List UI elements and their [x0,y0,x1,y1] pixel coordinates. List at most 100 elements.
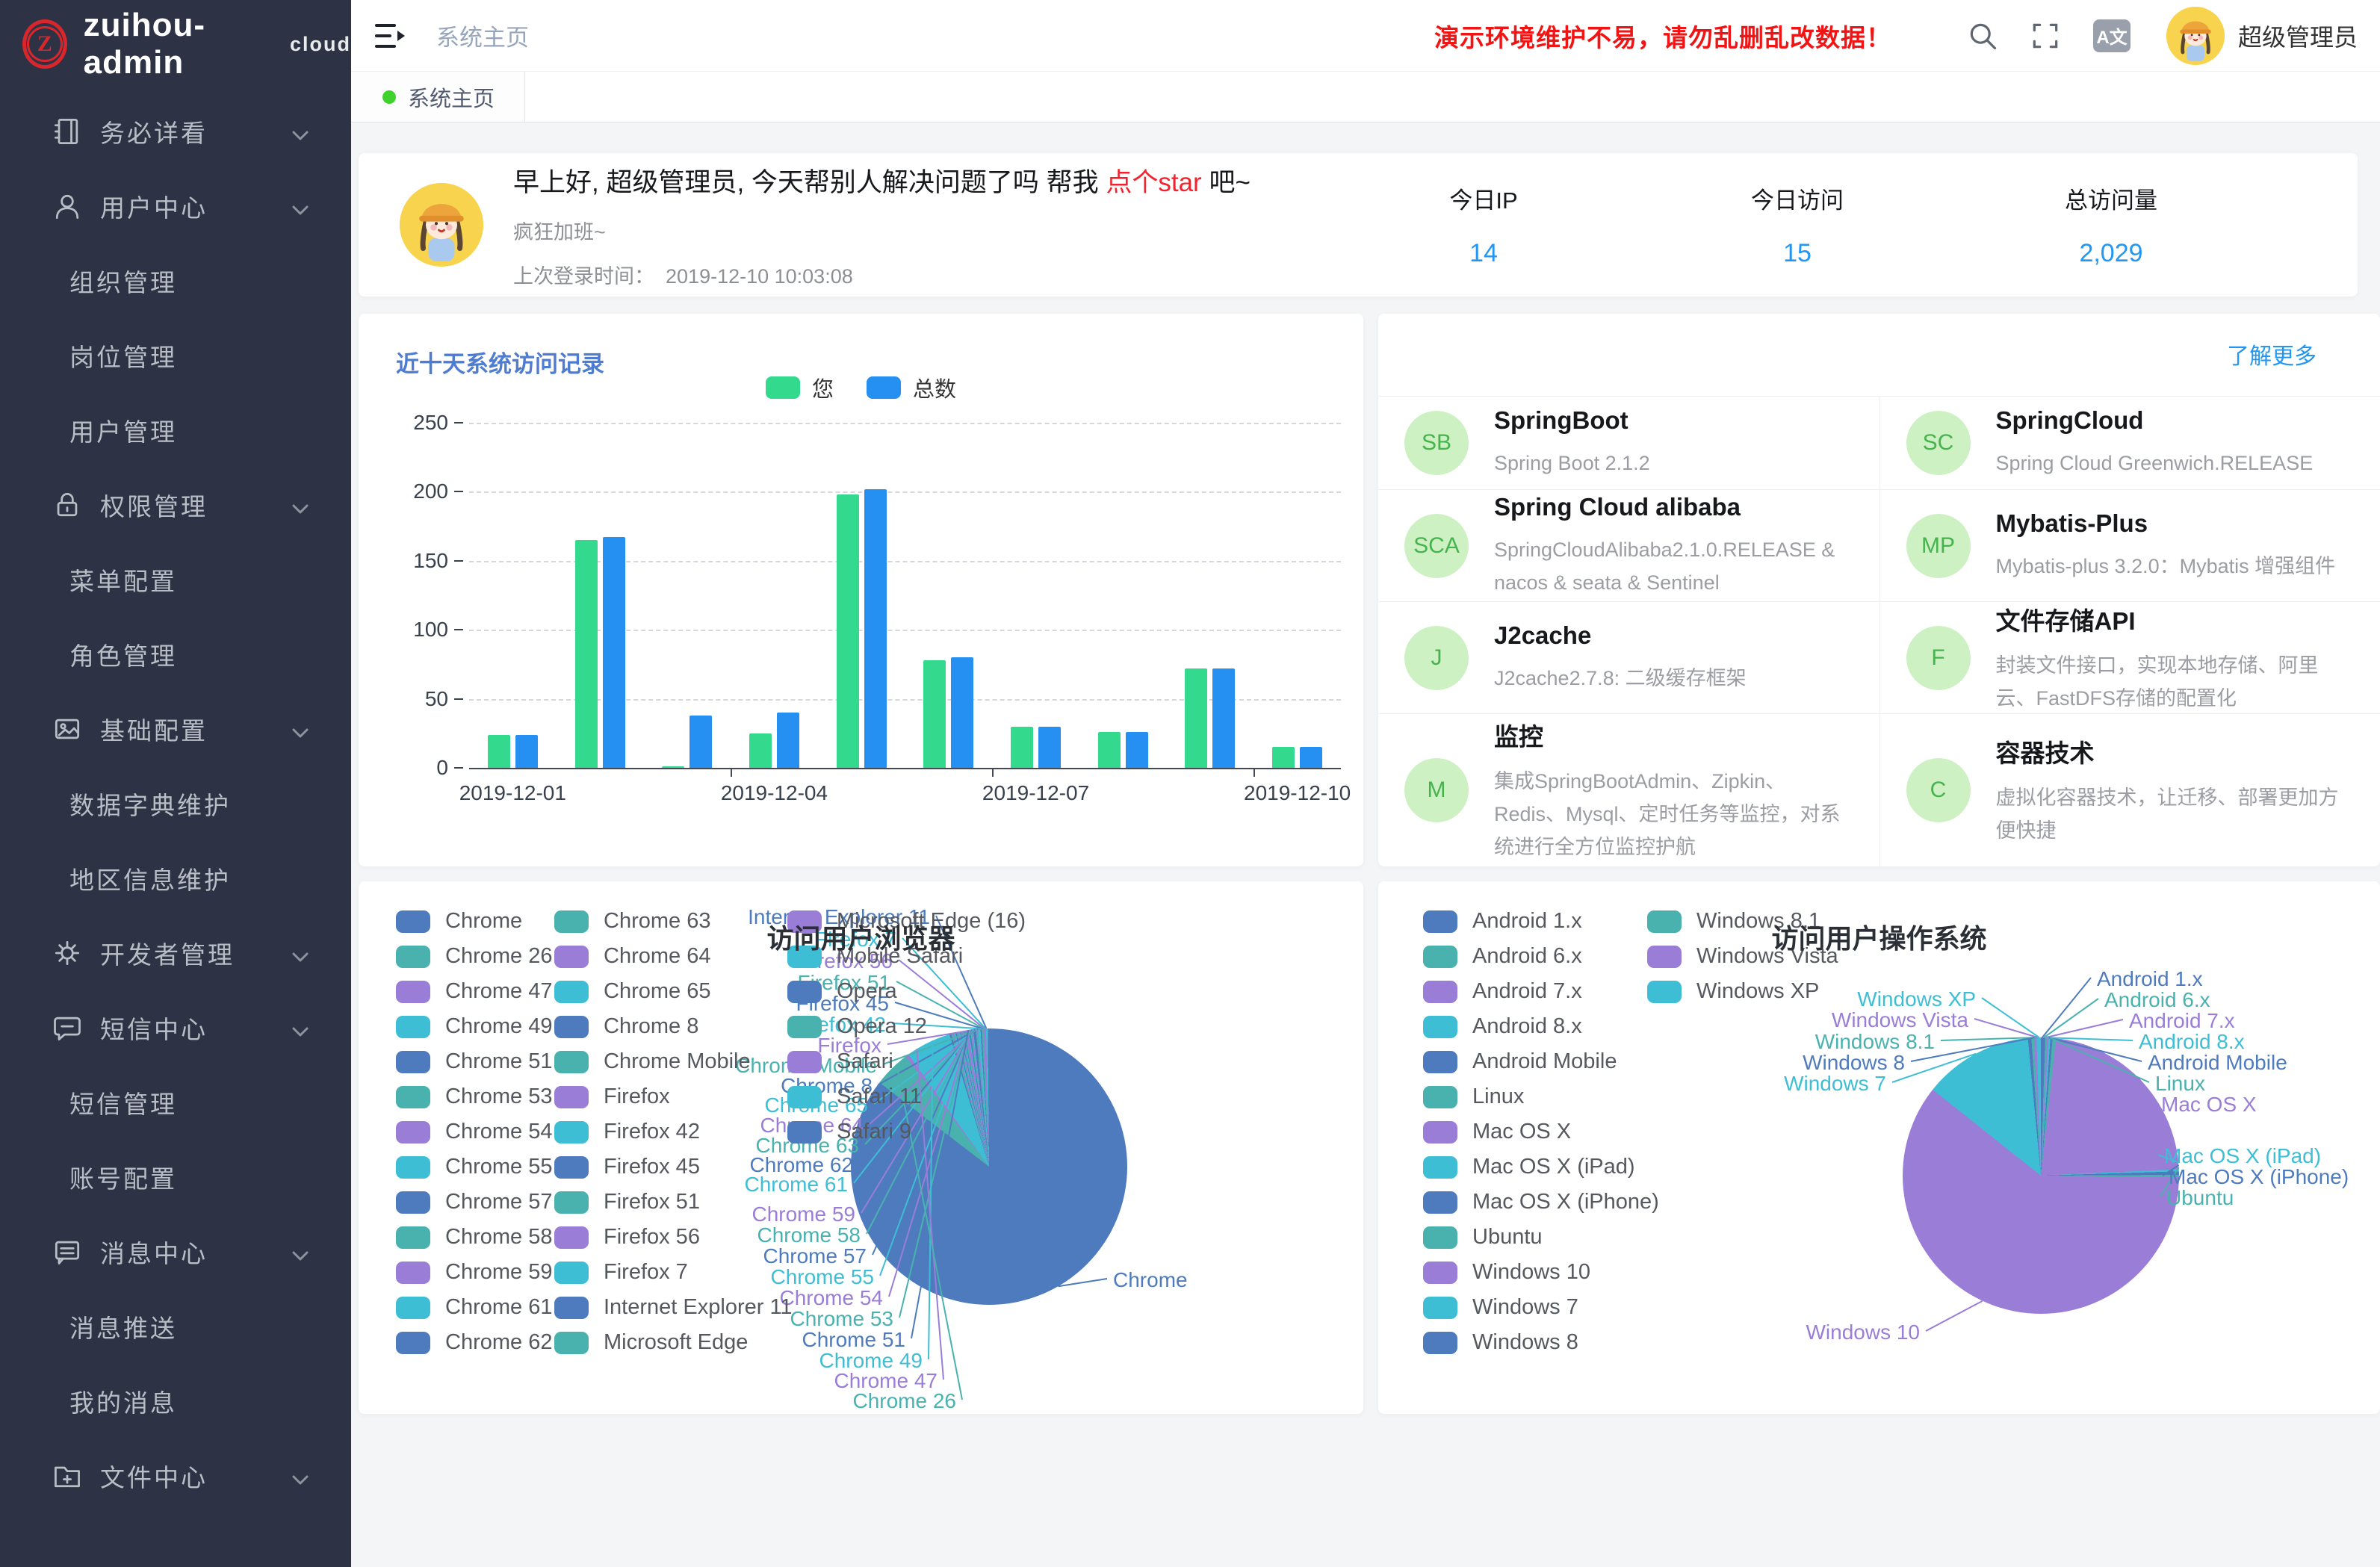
legend-swatch [396,1086,430,1108]
sidebar-subitem[interactable]: 地区信息维护 [0,841,351,916]
legend-item-Firefox 45[interactable]: Firefox 45 [554,1149,793,1185]
legend-label: Linux [1472,1085,1524,1109]
legend-item-Windows XP[interactable]: Windows XP [1647,974,1838,1009]
sidebar-subitem[interactable]: 菜单配置 [0,542,351,617]
sidebar-item-5[interactable]: 开发者管理 [0,916,351,990]
logo[interactable]: Z zuihou-admin cloud [0,0,351,88]
tech-card-SpringBoot[interactable]: SBSpringBootSpring Boot 2.1.2 [1378,397,1879,489]
legend-item-Android 8.x[interactable]: Android 8.x [1423,1009,1659,1044]
sidebar-item-4[interactable]: 基础配置 [0,692,351,766]
search-icon[interactable] [1966,19,1999,52]
legend-item-Chrome 54[interactable]: Chrome 54 [396,1114,552,1149]
legend-label: Firefox 42 [604,1120,700,1144]
legend-item-Windows 10[interactable]: Windows 10 [1423,1255,1659,1290]
legend-item-Chrome 58[interactable]: Chrome 58 [396,1220,552,1255]
legend-item-Linux[interactable]: Linux [1423,1079,1659,1114]
legend-item-Chrome 53[interactable]: Chrome 53 [396,1079,552,1114]
current-user-name[interactable]: 超级管理员 [2238,19,2358,53]
tech-badge-icon: M [1404,758,1469,822]
legend-item-Microsoft Edge[interactable]: Microsoft Edge [554,1325,793,1360]
legend-item-Android Mobile[interactable]: Android Mobile [1423,1044,1659,1079]
legend-item-Chrome 51[interactable]: Chrome 51 [396,1044,552,1079]
sidebar-subitem[interactable]: 用户管理 [0,393,351,468]
star-link[interactable]: 点个star [1106,168,1201,197]
tab-home[interactable]: 系统主页 [351,72,525,122]
sidebar-item-6[interactable]: 短信中心 [0,990,351,1065]
breadcrumb[interactable]: 系统主页 [436,19,529,52]
tech-card-容器技术[interactable]: C容器技术虚拟化容器技术，让迁移、部署更加方便快捷 [1879,714,2380,866]
legend-swatch [554,981,589,1003]
bar-group-2019-12-09 [1185,423,1235,768]
legend-item-Chrome 62[interactable]: Chrome 62 [396,1325,552,1360]
bar-您 [837,494,859,768]
legend-item-Chrome 57[interactable]: Chrome 57 [396,1185,552,1220]
sidebar-item-8[interactable]: 文件中心 [0,1439,351,1513]
sidebar-subitem[interactable]: 岗位管理 [0,318,351,393]
sidebar-subitem[interactable]: 数据字典维护 [0,766,351,841]
sidebar-subitem[interactable]: 账号配置 [0,1140,351,1214]
legend-item-Firefox 7[interactable]: Firefox 7 [554,1255,793,1290]
legend-label: Windows 7 [1472,1295,1578,1320]
sidebar-subitem[interactable]: 我的消息 [0,1364,351,1439]
legend-item-Chrome 47[interactable]: Chrome 47 [396,974,552,1009]
legend-label: Chrome 61 [445,1295,552,1320]
legend-item-Internet Explorer 11[interactable]: Internet Explorer 11 [554,1290,793,1325]
collapse-menu-icon[interactable] [372,18,408,54]
legend-item-Firefox[interactable]: Firefox [554,1079,793,1114]
legend-item-Firefox 51[interactable]: Firefox 51 [554,1185,793,1220]
sidebar-subitem[interactable]: 消息推送 [0,1289,351,1364]
pie-callout-label: Mac OS X [2161,1093,2257,1117]
sidebar-item-label: 消息中心 [100,1234,208,1270]
legend-item-Opera[interactable]: Opera [787,974,1026,1009]
legend-item-Chrome 61[interactable]: Chrome 61 [396,1290,552,1325]
legend-item-Chrome Mobile[interactable]: Chrome Mobile [554,1044,793,1079]
bar-您 [749,733,772,768]
legend-item-Safari 11[interactable]: Safari 11 [787,1079,1026,1114]
legend-item-Android 7.x[interactable]: Android 7.x [1423,974,1659,1009]
legend-item-Firefox 56[interactable]: Firefox 56 [554,1220,793,1255]
sidebar-subitem[interactable]: 短信管理 [0,1065,351,1140]
tech-card-监控[interactable]: M监控集成SpringBootAdmin、Zipkin、Redis、Mysql、… [1378,714,1879,866]
language-switch-icon[interactable]: A文 [2093,19,2130,52]
legend-item-Windows 8[interactable]: Windows 8 [1423,1325,1659,1360]
learn-more-link[interactable]: 了解更多 [2227,338,2317,370]
legend-item-Chrome 65[interactable]: Chrome 65 [554,974,793,1009]
notebook-icon [51,115,84,148]
tech-card-Spring Cloud alibaba[interactable]: SCASpring Cloud alibabaSpringCloudAlibab… [1378,490,1879,601]
avatar[interactable] [2166,7,2225,65]
tech-card-SpringCloud[interactable]: SCSpringCloudSpring Cloud Greenwich.RELE… [1879,397,2380,489]
legend-item-Mac OS X[interactable]: Mac OS X [1423,1114,1659,1149]
legend-label: Firefox 56 [604,1225,700,1250]
legend-item-Chrome 59[interactable]: Chrome 59 [396,1255,552,1290]
legend-item-Chrome 8[interactable]: Chrome 8 [554,1009,793,1044]
legend-label: Opera [837,979,897,1004]
sidebar-subitem[interactable]: 组织管理 [0,243,351,318]
sidebar-subitem[interactable]: 角色管理 [0,617,351,692]
chevron-down-icon [291,1019,310,1038]
sidebar-item-3[interactable]: 权限管理 [0,468,351,542]
stat-item: 今日IP14 [1327,181,1640,268]
x-axis-label: 2019-12-07 [954,781,1118,805]
legend-swatch [1423,1332,1457,1354]
legend-item-Safari 9[interactable]: Safari 9 [787,1114,1026,1149]
stat-value: 15 [1640,239,1954,268]
sidebar-menu: 务必详看用户中心组织管理岗位管理用户管理权限管理菜单配置角色管理基础配置数据字典… [0,94,351,1513]
sidebar-item-7[interactable]: 消息中心 [0,1214,351,1289]
legend-item-Chrome 55[interactable]: Chrome 55 [396,1149,552,1185]
legend-item-Mac OS X (iPhone)[interactable]: Mac OS X (iPhone) [1423,1185,1659,1220]
sidebar-item-1[interactable]: 务必详看 [0,94,351,169]
legend-item-Mac OS X (iPad)[interactable]: Mac OS X (iPad) [1423,1149,1659,1185]
legend-item-Windows 7[interactable]: Windows 7 [1423,1290,1659,1325]
tech-card-J2cache[interactable]: JJ2cacheJ2cache2.7.8: 二级缓存框架 [1378,602,1879,713]
sidebar-item-2[interactable]: 用户中心 [0,169,351,243]
legend-swatch [396,1191,430,1214]
tech-card-Mybatis-Plus[interactable]: MPMybatis-PlusMybatis-plus 3.2.0：Mybatis… [1879,490,2380,601]
legend-item-Firefox 42[interactable]: Firefox 42 [554,1114,793,1149]
legend-item-Chrome 49[interactable]: Chrome 49 [396,1009,552,1044]
legend-item-Opera 12[interactable]: Opera 12 [787,1009,1026,1044]
fullscreen-icon[interactable] [2029,19,2062,52]
legend-item-Safari[interactable]: Safari [787,1044,1026,1079]
legend-label: Chrome 58 [445,1225,552,1250]
legend-item-Ubuntu[interactable]: Ubuntu [1423,1220,1659,1255]
tech-card-文件存储API[interactable]: F文件存储API封装文件接口，实现本地存储、阿里云、FastDFS存储的配置化 [1879,602,2380,713]
